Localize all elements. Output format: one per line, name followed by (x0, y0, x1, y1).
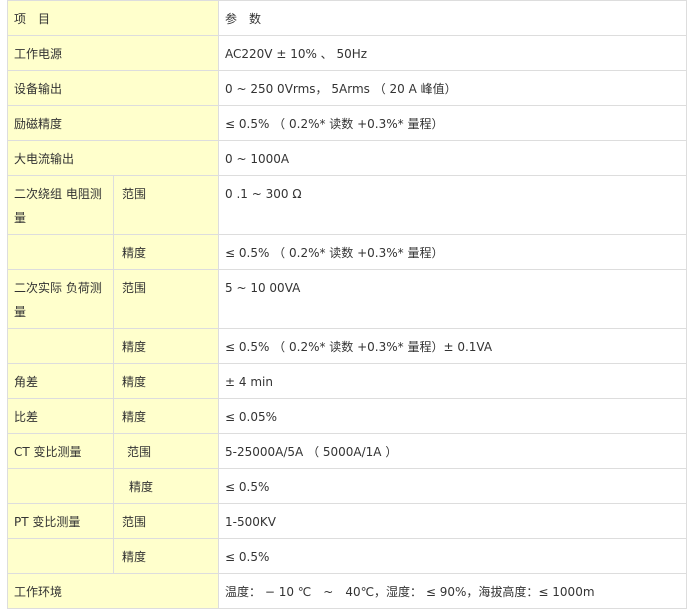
table-header-row: 项 目 参 数 (6, 0, 687, 36)
output-value: 0 ~ 250 0Vrms， 5Arms （ 20 A 峰值） (225, 82, 457, 96)
table-row: 大电流输出 0 ~ 1000A (6, 140, 687, 176)
ratio-value: ≤ 0.05% (225, 410, 278, 424)
burden-range-value: 5 ~ 10 00VA (225, 281, 301, 295)
table-row: 角差 精度 ± 4 min (7, 363, 687, 399)
burden-acc-label: 精度 (122, 340, 147, 354)
header-param-cell: 参 数 (218, 0, 687, 36)
pt-range-value: 1-500KV (225, 515, 276, 529)
ratio-sub-label: 精度 (122, 410, 147, 424)
table-row: 二次绕组 电阻测量 范围 0 .1 ~ 300 Ω (7, 175, 687, 235)
table-row: 精度 ≤ 0.5% (7, 538, 687, 574)
winding-range-value: 0 .1 ~ 300 Ω (225, 187, 302, 201)
header-item: 项 目 (14, 12, 51, 26)
environment-value: 温度： − 10 ℃ ~ 40℃，湿度： ≤ 90%，海拔高度：≤ 1000m (225, 585, 595, 599)
table-row: 比差 精度 ≤ 0.05% (7, 398, 687, 434)
angle-value: ± 4 min (225, 375, 273, 389)
header-item-cell: 项 目 (6, 0, 220, 36)
table-row: PT 变比测量 范围 1-500KV (7, 503, 687, 539)
table-row: 精度 ≤ 0.5% (7, 468, 687, 504)
burden-acc-value: ≤ 0.5% （ 0.2%* 读数 +0.3%* 量程）± 0.1VA (225, 340, 493, 354)
environment-label: 工作环境 (14, 585, 63, 599)
winding-acc-value: ≤ 0.5% （ 0.2%* 读数 +0.3%* 量程） (225, 246, 444, 260)
ct-acc-label: 精度 (129, 480, 154, 494)
output-label: 设备输出 (14, 82, 63, 96)
header-param: 参 数 (225, 12, 262, 26)
current-out-value: 0 ~ 1000A (225, 152, 290, 166)
ct-range-value: 5-25000A/5A （ 5000A/1A ） (225, 445, 398, 459)
winding-range-label: 范围 (122, 187, 147, 201)
table-row: 设备输出 0 ~ 250 0Vrms， 5Arms （ 20 A 峰值） (6, 70, 687, 106)
ct-range-label: 范围 (127, 445, 152, 459)
power-value: AC220V ± 10% 、 50Hz (225, 47, 368, 61)
current-out-label: 大电流输出 (14, 152, 75, 166)
winding-label: 二次绕组 电阻测量 (14, 187, 102, 225)
pt-acc-label: 精度 (122, 550, 147, 564)
table-row: 励磁精度 ≤ 0.5% （ 0.2%* 读数 +0.3%* 量程） (6, 105, 687, 141)
table-row: 精度 ≤ 0.5% （ 0.2%* 读数 +0.3%* 量程）± 0.1VA (7, 328, 687, 364)
angle-sub-label: 精度 (122, 375, 147, 389)
table-row: CT 变比测量 范围 5-25000A/5A （ 5000A/1A ） (7, 433, 687, 469)
table-row: 二次实际 负荷测量 范围 5 ~ 10 00VA (7, 269, 687, 329)
power-label: 工作电源 (14, 47, 63, 61)
burden-range-label: 范围 (122, 281, 147, 295)
spec-table: 项 目 参 数 工作电源 AC220V ± 10% 、 50Hz 设备输出 0 … (6, 0, 687, 609)
excitation-label: 励磁精度 (14, 117, 63, 131)
ct-label: CT 变比测量 (14, 445, 82, 459)
excitation-value: ≤ 0.5% （ 0.2%* 读数 +0.3%* 量程） (225, 117, 444, 131)
pt-range-label: 范围 (122, 515, 147, 529)
table-row: 精度 ≤ 0.5% （ 0.2%* 读数 +0.3%* 量程） (7, 234, 687, 270)
ct-acc-value: ≤ 0.5% (225, 480, 270, 494)
winding-acc-label: 精度 (122, 246, 147, 260)
ratio-label: 比差 (14, 410, 39, 424)
angle-label: 角差 (14, 375, 39, 389)
table-row: 工作环境 温度： − 10 ℃ ~ 40℃，湿度： ≤ 90%，海拔高度：≤ 1… (6, 573, 687, 609)
pt-label: PT 变比测量 (14, 515, 81, 529)
burden-label: 二次实际 负荷测量 (14, 281, 102, 319)
pt-acc-value: ≤ 0.5% (225, 550, 270, 564)
table-row: 工作电源 AC220V ± 10% 、 50Hz (6, 35, 687, 71)
